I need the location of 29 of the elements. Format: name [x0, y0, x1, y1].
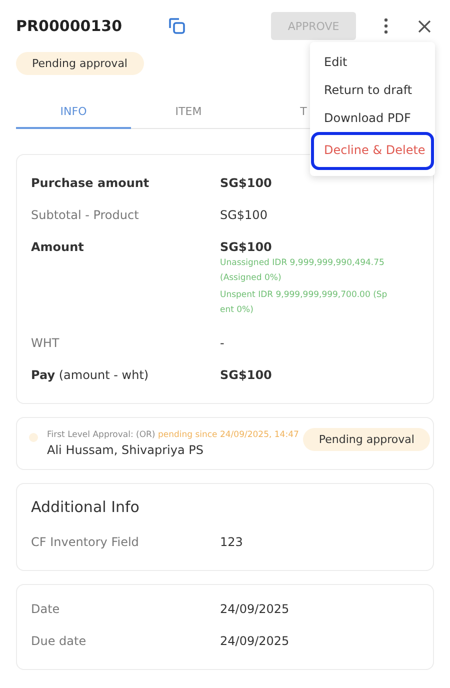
amount-note: Unspent IDR 9,999,999,999,700.00 (Spent 0%) — [220, 289, 388, 317]
row-label: CF Inventory Field — [31, 535, 140, 549]
row-value: 123 — [220, 535, 244, 549]
row-value: - — [220, 336, 226, 350]
status-dot-icon — [29, 433, 38, 442]
row-label: Subtotal - Product — [31, 208, 140, 222]
row-value: SG$100 — [220, 368, 273, 382]
row-value: 24/09/2025 — [220, 634, 290, 648]
amount-note: Unassigned IDR 9,999,999,990,494.75 (Assigned 0%) — [220, 257, 386, 285]
row-label: WHT — [31, 336, 60, 350]
row-value: SG$100 — [220, 208, 268, 222]
section-title: Additional Info — [31, 498, 140, 516]
row-value: SG$100 — [220, 176, 273, 190]
approval-level: First Level Approval: (OR) pending since 24/09/2025, 14:47 — [47, 430, 299, 440]
status-badge: Pending approval — [16, 52, 144, 75]
menu-item[interactable]: Decline & Delete — [311, 132, 434, 170]
copy-icon[interactable] — [166, 15, 188, 37]
row-value: 24/09/2025 — [220, 602, 290, 616]
approver-names: Ali Hussam, Shivapriya PS — [47, 443, 205, 457]
document-title: PR00000130 — [16, 17, 124, 35]
row-label: Date — [31, 602, 61, 616]
row-label: Purchase amount — [31, 176, 150, 190]
row-value: SG$100 — [220, 240, 273, 254]
row-label: Due date — [31, 634, 88, 648]
status-badge: Pending approval — [302, 428, 430, 451]
tab[interactable]: INFO — [16, 95, 131, 129]
row-label: Pay (amount - wht) — [31, 368, 150, 382]
tab[interactable]: ITEM — [131, 95, 246, 129]
row-label: Amount — [31, 240, 85, 256]
